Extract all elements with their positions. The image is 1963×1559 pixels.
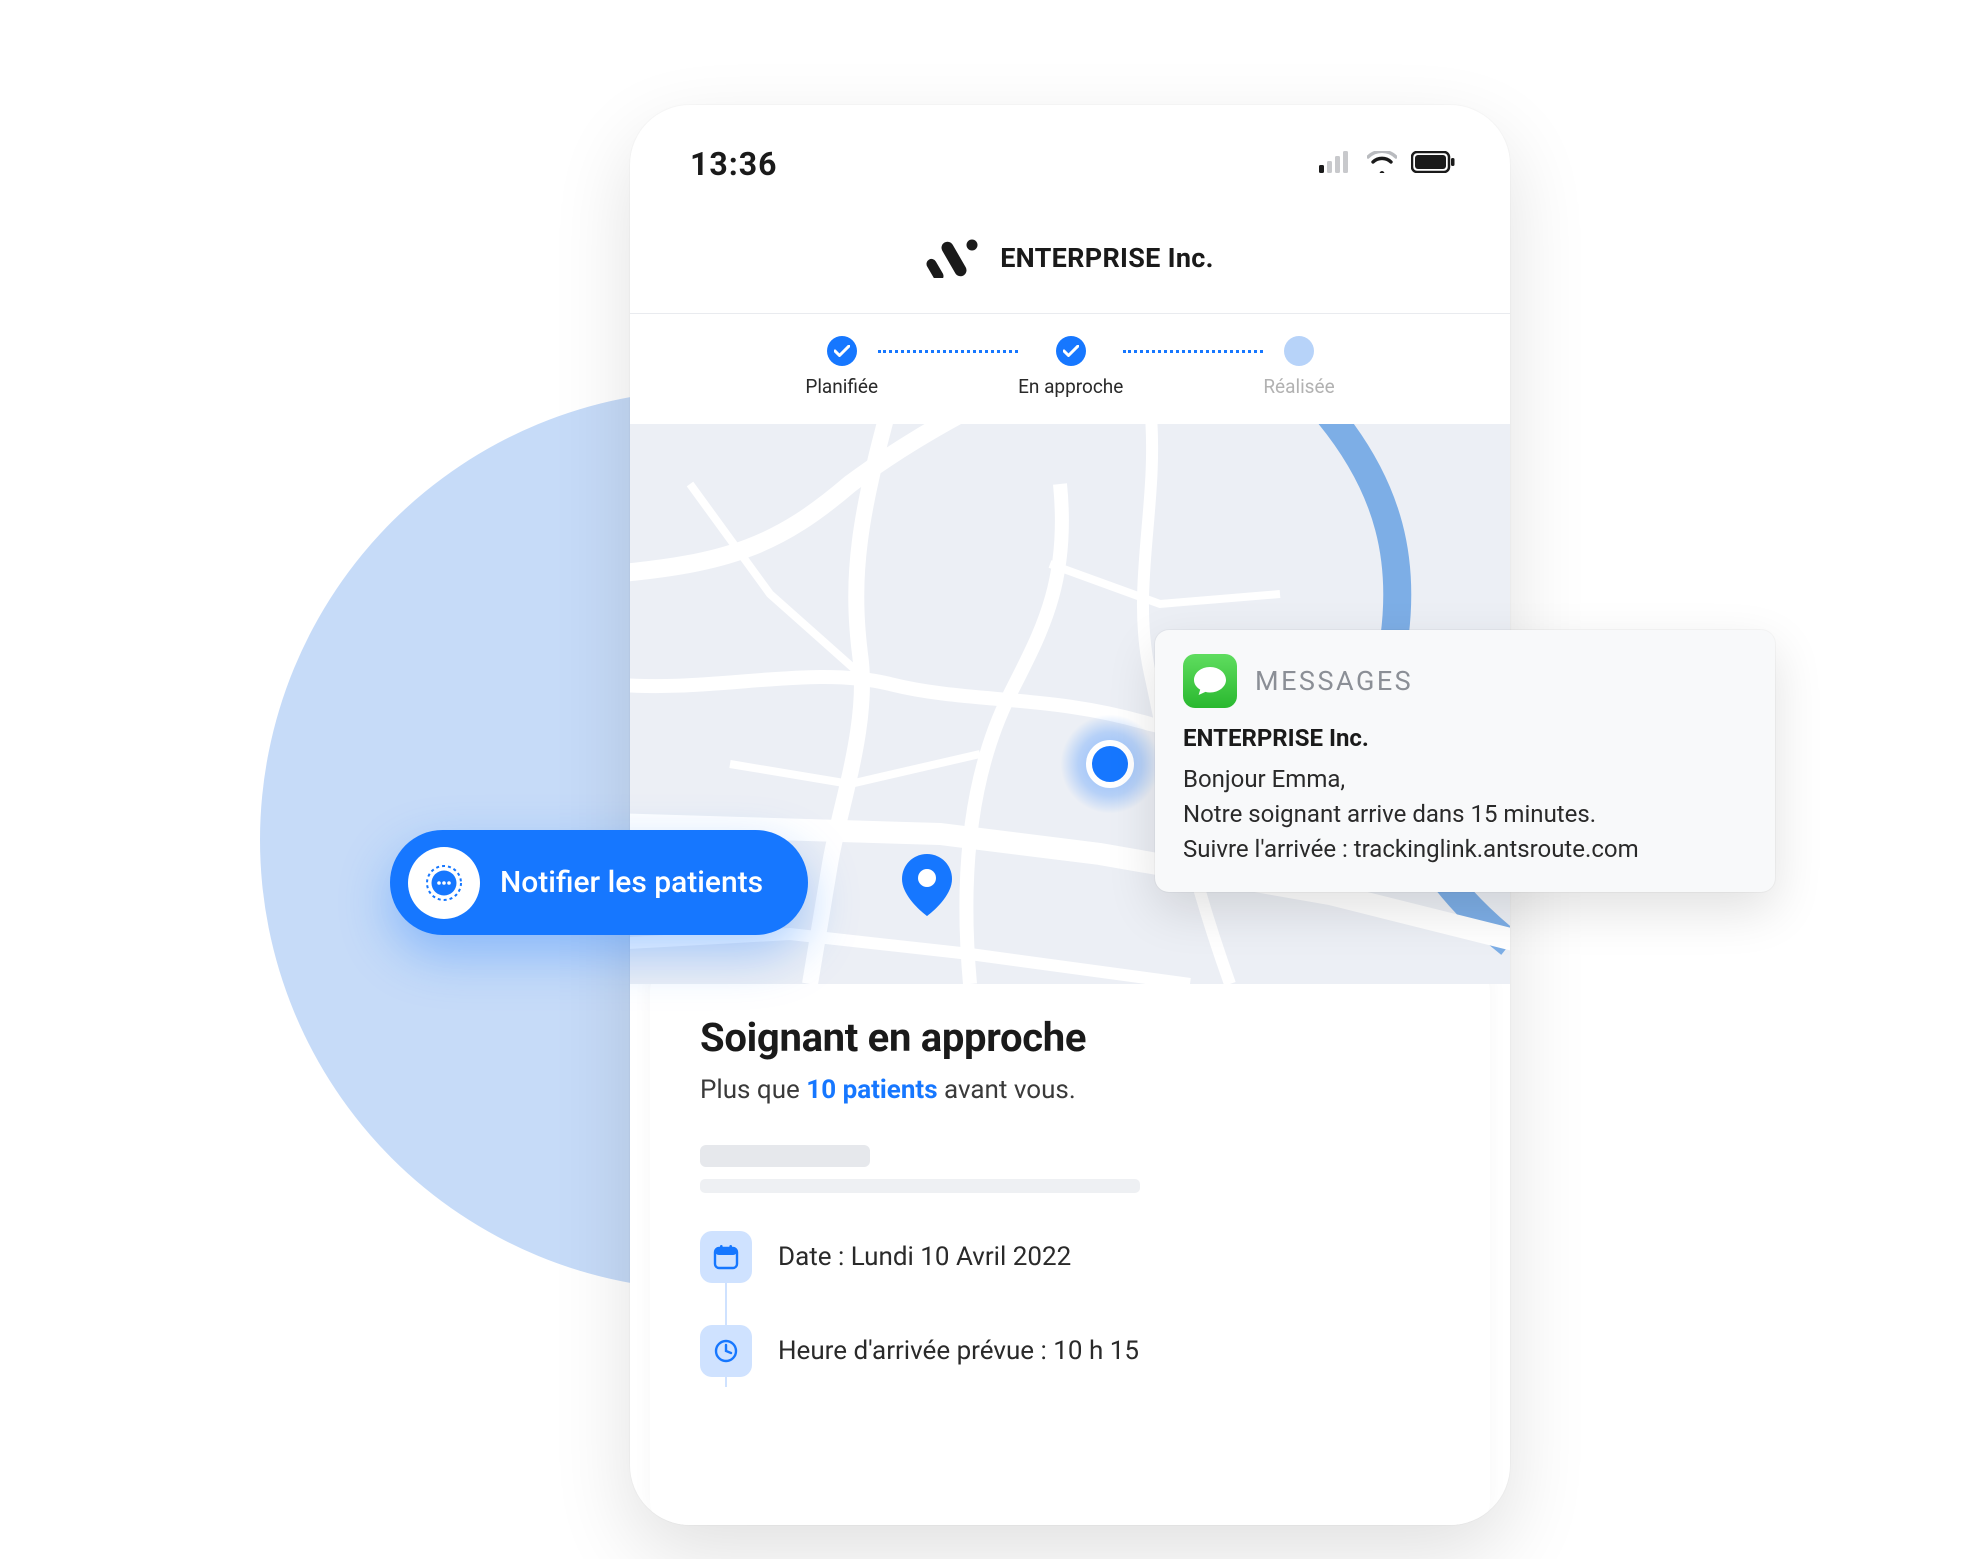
status-icons [1319, 151, 1455, 177]
step-connector [1123, 350, 1263, 353]
signal-icon [1319, 151, 1353, 177]
step-done: Réalisée [1263, 336, 1334, 398]
progress-stepper: Planifiée En approche Réalisée [630, 314, 1510, 424]
step-label: Planifiée [805, 375, 878, 398]
notification-line: Suivre l'arrivée : trackinglink.antsrout… [1183, 832, 1747, 867]
step-dot-future [1284, 336, 1314, 366]
step-label: Réalisée [1263, 375, 1334, 398]
row-text: Heure d'arrivée prévue : 10 h 15 [778, 1336, 1139, 1366]
card-title: Soignant en approche [700, 1014, 1440, 1061]
destination-pin-icon [902, 854, 952, 920]
clock-icon [700, 1325, 752, 1377]
wifi-icon [1367, 151, 1397, 177]
messages-app-icon [1183, 654, 1237, 708]
notification-app-name: MESSAGES [1255, 665, 1413, 697]
step-label: En approche [1018, 375, 1123, 398]
chat-bubble-icon [408, 847, 480, 919]
row-date: Date : Lundi 10 Avril 2022 [700, 1231, 1440, 1283]
skeleton-placeholder [700, 1145, 1440, 1193]
notification-title: ENTERPRISE Inc. [1183, 724, 1747, 752]
check-icon [827, 336, 857, 366]
location-marker-icon [1060, 714, 1160, 814]
notify-label: Notifier les patients [500, 865, 763, 900]
check-icon [1056, 336, 1086, 366]
card-subtitle: Plus que 10 patients avant vous. [700, 1075, 1440, 1105]
detail-rows: Date : Lundi 10 Avril 2022 Heure d'arriv… [700, 1231, 1440, 1377]
notify-patients-button[interactable]: Notifier les patients [390, 830, 808, 935]
app-header: ENTERPRISE Inc. [630, 203, 1510, 314]
sub-highlight: 10 patients [806, 1075, 937, 1105]
sub-after: avant vous. [938, 1075, 1076, 1105]
battery-icon [1411, 151, 1455, 177]
notification-popup[interactable]: MESSAGES ENTERPRISE Inc. Bonjour Emma, N… [1155, 630, 1775, 892]
sub-before: Plus que [700, 1075, 806, 1105]
notification-line: Bonjour Emma, [1183, 762, 1747, 797]
step-approaching: En approche [1018, 336, 1123, 398]
info-card: Soignant en approche Plus que 10 patient… [650, 964, 1490, 1525]
company-logo-icon [926, 238, 982, 278]
status-time: 13:36 [690, 145, 777, 183]
notification-line: Notre soignant arrive dans 15 minutes. [1183, 797, 1747, 832]
step-connector [878, 350, 1018, 353]
company-name: ENTERPRISE Inc. [1000, 242, 1214, 274]
row-text: Date : Lundi 10 Avril 2022 [778, 1242, 1071, 1272]
notification-header: MESSAGES [1183, 654, 1747, 708]
calendar-icon [700, 1231, 752, 1283]
notification-body: Bonjour Emma, Notre soignant arrive dans… [1183, 762, 1747, 866]
status-bar: 13:36 [630, 105, 1510, 203]
row-eta: Heure d'arrivée prévue : 10 h 15 [700, 1325, 1440, 1377]
step-planned: Planifiée [805, 336, 878, 398]
